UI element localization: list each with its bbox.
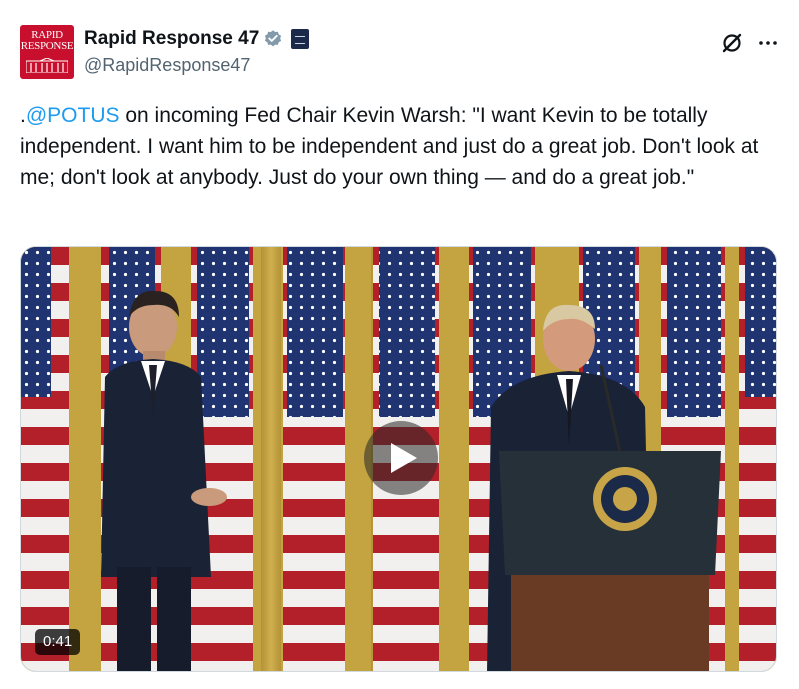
play-button[interactable] [364, 421, 438, 495]
video-duration-badge: 0:41 [35, 629, 81, 655]
white-house-logo-icon [26, 58, 68, 73]
name-row: Rapid Response 47 [84, 26, 310, 52]
tweet-text-body: on incoming Fed Chair Kevin Warsh: "I wa… [20, 104, 759, 189]
tweet-header: RAPID RESPONSE Rapid Response 47 @RapidR… [20, 23, 780, 81]
grok-icon[interactable] [720, 31, 744, 55]
play-icon [391, 443, 417, 473]
mention-link[interactable]: @POTUS [26, 104, 120, 127]
avatar-logo-text: RAPID RESPONSE [20, 29, 74, 52]
display-name[interactable]: Rapid Response 47 [84, 28, 259, 50]
video-player[interactable]: 0:41 [20, 246, 777, 672]
verified-badge-icon[interactable] [263, 29, 283, 49]
more-dots-icon[interactable] [756, 31, 780, 55]
avatar[interactable]: RAPID RESPONSE [20, 25, 74, 79]
user-handle[interactable]: @RapidResponse47 [84, 55, 250, 76]
tweet-text: .@POTUS on incoming Fed Chair Kevin Wars… [20, 100, 785, 193]
affiliation-badge-icon[interactable] [291, 29, 310, 49]
